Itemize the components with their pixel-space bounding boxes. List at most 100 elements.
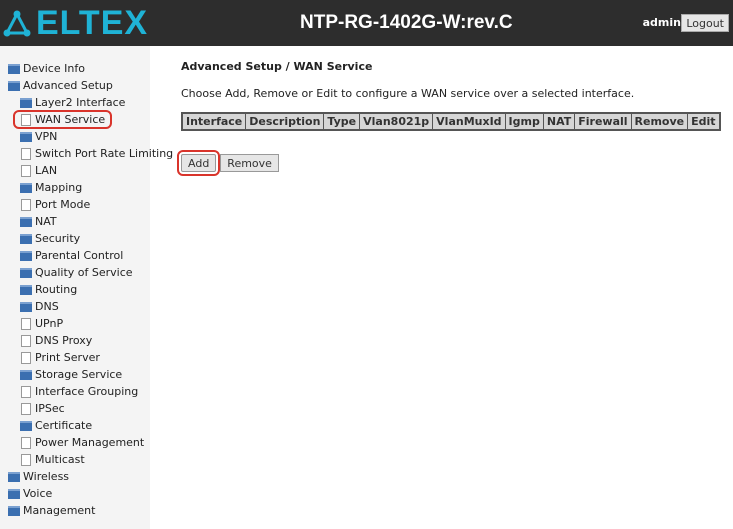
sidebar-item-routing[interactable]: Routing: [0, 281, 150, 298]
sidebar-item-device-info[interactable]: Device Info: [0, 60, 150, 77]
folder-icon: [8, 80, 20, 91]
sidebar-item-ipsec[interactable]: IPSec: [0, 400, 150, 417]
add-button[interactable]: Add: [176, 150, 221, 176]
sidebar-item-security[interactable]: Security: [0, 230, 150, 247]
sidebar-item-multicast[interactable]: Multicast: [0, 451, 150, 468]
page-description: Choose Add, Remove or Edit to configure …: [181, 87, 635, 100]
folder-icon: [20, 267, 32, 278]
column-header: Igmp: [505, 114, 543, 129]
sidebar-item-voice[interactable]: Voice: [0, 485, 150, 502]
folder-icon: [20, 233, 32, 244]
page-icon: [21, 351, 31, 364]
sidebar-item-advanced-setup[interactable]: Advanced Setup: [0, 77, 150, 94]
sidebar-item-upnp[interactable]: UPnP: [0, 315, 150, 332]
folder-icon: [20, 131, 32, 142]
sidebar-item-storage-service[interactable]: Storage Service: [0, 366, 150, 383]
sidebar-item-label: Power Management: [35, 436, 145, 449]
sidebar-item-dns-proxy[interactable]: DNS Proxy: [0, 332, 150, 349]
sidebar-item-label: DNS Proxy: [35, 334, 93, 347]
folder-icon: [20, 216, 32, 227]
folder-icon: [20, 284, 32, 295]
sidebar-item-label: VPN: [35, 130, 58, 143]
column-header: Edit: [688, 114, 719, 129]
sidebar-item-switch-port-rate-limiting[interactable]: Switch Port Rate Limiting: [0, 145, 173, 162]
device-title: NTP-RG-1402G-W:rev.C: [300, 12, 513, 33]
sidebar-item-lan[interactable]: LAN: [0, 162, 150, 179]
sidebar-item-certificate[interactable]: Certificate: [0, 417, 150, 434]
sidebar-item-quality-of-service[interactable]: Quality of Service: [0, 264, 150, 281]
sidebar-item-label: Voice: [23, 487, 53, 500]
sidebar-item-label: Layer2 Interface: [35, 96, 126, 109]
sidebar-item-label: WAN Service: [35, 113, 106, 126]
column-header: Firewall: [575, 114, 631, 129]
logout-button[interactable]: Logout: [681, 14, 729, 32]
page-icon: [21, 436, 31, 449]
sidebar-item-parental-control[interactable]: Parental Control: [0, 247, 150, 264]
page-icon: [21, 147, 31, 160]
page-icon: [21, 334, 31, 347]
folder-icon: [20, 369, 32, 380]
page-icon: [21, 453, 31, 466]
column-header: Interface: [183, 114, 246, 129]
sidebar: Device Info Advanced Setup Layer2 Interfac…: [0, 46, 173, 529]
column-header: VlanMuxId: [433, 114, 505, 129]
sidebar-item-management[interactable]: Management: [0, 502, 150, 519]
folder-icon: [8, 471, 20, 482]
sidebar-item-port-mode[interactable]: Port Mode: [0, 196, 150, 213]
column-header: Type: [324, 114, 360, 129]
column-header: Remove: [631, 114, 688, 129]
folder-icon: [20, 182, 32, 193]
sidebar-item-label: Multicast: [35, 453, 85, 466]
page-icon: [21, 113, 31, 126]
logo-icon: [3, 10, 31, 36]
page-icon: [21, 402, 31, 415]
sidebar-item-vpn[interactable]: VPN: [0, 128, 150, 145]
header: ELTEX NTP-RG-1402G-W:rev.C admin Logout: [0, 0, 733, 46]
sidebar-item-wan-service[interactable]: WAN Service: [0, 110, 150, 129]
folder-icon: [20, 420, 32, 431]
sidebar-item-layer2-interface[interactable]: Layer2 Interface: [0, 94, 150, 111]
column-header: NAT: [543, 114, 575, 129]
sidebar-item-print-server[interactable]: Print Server: [0, 349, 150, 366]
folder-icon: [20, 250, 32, 261]
sidebar-item-mapping[interactable]: Mapping: [0, 179, 150, 196]
folder-icon: [8, 488, 20, 499]
sidebar-item-label: Advanced Setup: [23, 79, 113, 92]
sidebar-item-interface-grouping[interactable]: Interface Grouping: [0, 383, 150, 400]
page-icon: [21, 198, 31, 211]
sidebar-item-label: Quality of Service: [35, 266, 133, 279]
sidebar-item-nat[interactable]: NAT: [0, 213, 150, 230]
sidebar-item-power-management[interactable]: Power Management: [0, 434, 150, 451]
sidebar-item-label: Wireless: [23, 470, 70, 483]
sidebar-item-label: Parental Control: [35, 249, 124, 262]
logo-text: ELTEX: [36, 4, 149, 42]
sidebar-item-label: Print Server: [35, 351, 100, 364]
sidebar-item-label: NAT: [35, 215, 57, 228]
remove-button[interactable]: Remove: [220, 154, 279, 172]
username: admin: [642, 16, 681, 29]
page-title: Advanced Setup / WAN Service: [181, 60, 373, 73]
page-icon: [21, 317, 31, 330]
eltex-logo: ELTEX: [2, 4, 148, 43]
sidebar-item-label: UPnP: [35, 317, 64, 330]
folder-icon: [8, 505, 20, 516]
column-header: Description: [246, 114, 324, 129]
sidebar-item-label: IPSec: [35, 402, 65, 415]
sidebar-item-label: Routing: [35, 283, 78, 296]
wan-service-table: Interface Description Type Vlan8021p VlanMux…: [181, 112, 721, 131]
sidebar-item-label: Mapping: [35, 181, 83, 194]
sidebar-item-label: Switch Port Rate Limiting: [35, 147, 174, 160]
sidebar-item-label: Interface Grouping: [35, 385, 139, 398]
sidebar-item-label: Certificate: [35, 419, 93, 432]
sidebar-item-label: Security: [35, 232, 81, 245]
main-content: Advanced Setup / WAN Service Choose Add,…: [176, 60, 721, 176]
folder-icon: [20, 97, 32, 108]
sidebar-item-label: Device Info: [23, 62, 85, 75]
selected-highlight: WAN Service: [12, 110, 113, 129]
folder-icon: [8, 63, 20, 74]
sidebar-item-label: Management: [23, 504, 96, 517]
sidebar-item-label: DNS: [35, 300, 59, 313]
sidebar-item-label: Storage Service: [35, 368, 123, 381]
sidebar-item-dns[interactable]: DNS: [0, 298, 150, 315]
sidebar-item-wireless[interactable]: Wireless: [0, 468, 150, 485]
